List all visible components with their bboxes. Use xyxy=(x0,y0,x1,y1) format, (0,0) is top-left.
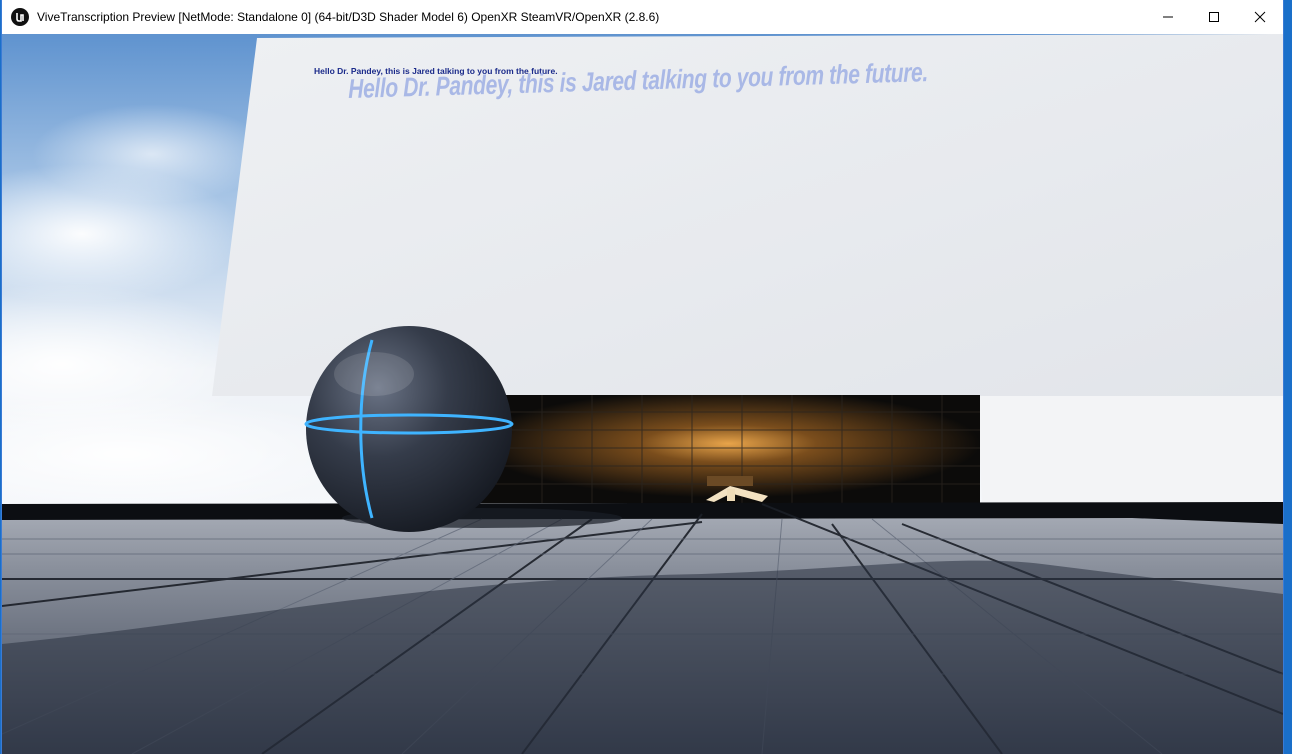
maximize-icon xyxy=(1209,12,1219,22)
title-bar[interactable]: ViveTranscription Preview [NetMode: Stan… xyxy=(2,0,1283,34)
app-window: ViveTranscription Preview [NetMode: Stan… xyxy=(2,0,1283,754)
sphere-prop xyxy=(304,326,514,532)
window-title: ViveTranscription Preview [NetMode: Stan… xyxy=(37,10,660,24)
close-icon xyxy=(1254,11,1266,23)
scene-render xyxy=(2,34,1283,754)
maximize-button[interactable] xyxy=(1191,0,1237,34)
window-controls xyxy=(1145,0,1283,34)
close-button[interactable] xyxy=(1237,0,1283,34)
minimize-icon xyxy=(1163,16,1173,18)
minimize-button[interactable] xyxy=(1145,0,1191,34)
game-viewport[interactable]: Hello Dr. Pandey, this is Jared talking … xyxy=(2,34,1283,754)
unreal-engine-icon xyxy=(11,8,29,26)
